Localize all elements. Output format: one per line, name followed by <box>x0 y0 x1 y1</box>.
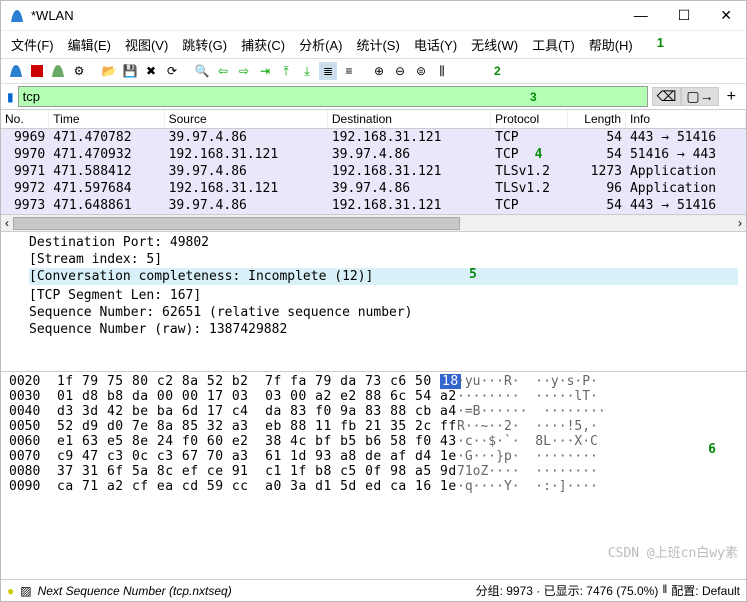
zoom-in-icon[interactable]: ⊕ <box>370 62 388 80</box>
menu-view[interactable]: 视图(V) <box>125 35 168 54</box>
hex-row[interactable]: 0070c9 47 c3 0c c3 67 70 a3 61 1d 93 a8 … <box>9 449 738 464</box>
expert-icon[interactable]: ● <box>7 584 14 598</box>
forward-icon[interactable]: ⇨ <box>235 62 253 80</box>
save-file-icon[interactable]: 💾 <box>121 62 139 80</box>
packet-row[interactable]: 9970471.470932192.168.31.12139.97.4.86TC… <box>1 146 746 163</box>
first-icon[interactable]: ⤒ <box>277 62 295 80</box>
colorize-icon[interactable]: ≡ <box>340 62 358 80</box>
packet-list-pane: No. Time Source Destination Protocol Len… <box>1 109 746 232</box>
annotation-3: 3 <box>530 90 537 104</box>
hex-row[interactable]: 003001 d8 b8 da 00 00 17 03 03 00 a2 e2 … <box>9 389 738 404</box>
packet-row[interactable]: 9969471.47078239.97.4.86192.168.31.121TC… <box>1 129 746 146</box>
zoom-out-icon[interactable]: ⊖ <box>391 62 409 80</box>
close-file-icon[interactable]: ✖ <box>142 62 160 80</box>
detail-line-selected[interactable]: [Conversation completeness: Incomplete (… <box>29 268 738 285</box>
packet-list-header: No. Time Source Destination Protocol Len… <box>1 110 746 129</box>
menu-go[interactable]: 跳转(G) <box>182 35 227 54</box>
menu-tools[interactable]: 工具(T) <box>532 35 575 54</box>
hex-row[interactable]: 00201f 79 75 80 c2 8a 52 b2 7f fa 79 da … <box>9 374 738 389</box>
menu-help[interactable]: 帮助(H) <box>589 35 633 54</box>
packet-row[interactable]: 9971471.58841239.97.4.86192.168.31.121TL… <box>1 163 746 180</box>
annotation-6: 6 <box>708 442 716 457</box>
annotation-5: 5 <box>469 267 477 282</box>
capture-icon[interactable]: ▨ <box>20 584 31 598</box>
hex-row[interactable]: 0060e1 63 e5 8e 24 f0 60 e2 38 4c bf b5 … <box>9 434 738 449</box>
horizontal-scrollbar[interactable]: ‹› <box>1 214 746 231</box>
menu-file[interactable]: 文件(F) <box>11 35 54 54</box>
reload-icon[interactable]: ⟳ <box>163 62 181 80</box>
toolbar: ⚙ 📂 💾 ✖ ⟳ 🔍 ⇦ ⇨ ⇥ ⤒ ⤓ ≣ ≡ ⊕ ⊖ ⊜ ⫼ 2 <box>1 58 746 84</box>
col-dst[interactable]: Destination <box>328 110 491 128</box>
statusbar: ● ▨ Next Sequence Number (tcp.nxtseq) 分组… <box>1 579 746 601</box>
col-proto[interactable]: Protocol <box>491 110 568 128</box>
find-icon[interactable]: 🔍 <box>193 62 211 80</box>
col-len[interactable]: Length <box>568 110 626 128</box>
menu-tel[interactable]: 电话(Y) <box>414 35 457 54</box>
detail-line[interactable]: [TCP Segment Len: 167] <box>29 287 738 304</box>
detail-line[interactable]: Sequence Number (raw): 1387429882 <box>29 321 738 338</box>
menubar: 文件(F) 编辑(E) 视图(V) 跳转(G) 捕获(C) 分析(A) 统计(S… <box>1 31 746 58</box>
back-icon[interactable]: ⇦ <box>214 62 232 80</box>
open-file-icon[interactable]: 📂 <box>100 62 118 80</box>
annotation-1: 1 <box>657 35 664 54</box>
bookmark-icon[interactable]: ▮ <box>7 90 14 104</box>
apply-filter-icon[interactable]: ▢→ <box>682 88 717 105</box>
packet-row[interactable]: 9973471.64886139.97.4.86192.168.31.121TC… <box>1 197 746 214</box>
resize-columns-icon[interactable]: ⫼ <box>433 62 451 80</box>
options-icon[interactable]: ⚙ <box>70 62 88 80</box>
clear-filter-icon[interactable]: ⌫ <box>653 88 681 105</box>
packet-bytes-pane[interactable]: 00201f 79 75 80 c2 8a 52 b2 7f fa 79 da … <box>1 372 746 579</box>
menu-analyze[interactable]: 分析(A) <box>299 35 342 54</box>
maximize-button[interactable]: ☐ <box>672 5 697 26</box>
menu-capture[interactable]: 捕获(C) <box>241 35 285 54</box>
menu-stats[interactable]: 统计(S) <box>356 35 399 54</box>
col-info[interactable]: Info <box>626 110 746 128</box>
jump-icon[interactable]: ⇥ <box>256 62 274 80</box>
col-src[interactable]: Source <box>165 110 328 128</box>
hex-row[interactable]: 008037 31 6f 5a 8c ef ce 91 c1 1f b8 c5 … <box>9 464 738 479</box>
window-title: *WLAN <box>31 8 628 23</box>
detail-line[interactable]: Sequence Number: 62651 (relative sequenc… <box>29 304 738 321</box>
minimize-button[interactable]: — <box>628 5 654 26</box>
display-filter-input[interactable] <box>18 86 648 107</box>
packet-row[interactable]: 9972471.597684192.168.31.12139.97.4.86TL… <box>1 180 746 197</box>
hex-row[interactable]: 0090ca 71 a2 cf ea cd 59 cc a0 3a d1 5d … <box>9 479 738 494</box>
stop-capture-icon[interactable] <box>28 62 46 80</box>
close-button[interactable]: ✕ <box>714 5 738 26</box>
menu-edit[interactable]: 编辑(E) <box>68 35 111 54</box>
add-filter-icon[interactable]: + <box>723 88 740 106</box>
filter-bar: ▮ 3 ⌫ ▢→ + <box>1 84 746 109</box>
start-capture-icon[interactable] <box>7 62 25 80</box>
status-field: Next Sequence Number (tcp.nxtseq) <box>38 584 232 598</box>
detail-line[interactable]: Destination Port: 49802 <box>29 234 738 251</box>
annotation-2: 2 <box>494 64 501 78</box>
hex-row[interactable]: 005052 d9 d0 7e 8a 85 32 a3 eb 88 11 fb … <box>9 419 738 434</box>
titlebar: *WLAN — ☐ ✕ <box>1 1 746 31</box>
last-icon[interactable]: ⤓ <box>298 62 316 80</box>
restart-capture-icon[interactable] <box>49 62 67 80</box>
watermark: CSDN @上班cn白wy素 <box>608 542 738 561</box>
app-icon <box>9 8 25 24</box>
menu-wireless[interactable]: 无线(W) <box>471 35 518 54</box>
status-packets: 分组: 9973 · 已显示: 7476 (75.0%) <box>476 582 659 599</box>
detail-line[interactable]: [Stream index: 5] <box>29 251 738 268</box>
col-time[interactable]: Time <box>49 110 164 128</box>
hex-row[interactable]: 0040d3 3d 42 be ba 6d 17 c4 da 83 f0 9a … <box>9 404 738 419</box>
col-no[interactable]: No. <box>1 110 49 128</box>
autoscroll-icon[interactable]: ≣ <box>319 62 337 80</box>
packet-details-pane[interactable]: Destination Port: 49802 [Stream index: 5… <box>1 232 746 372</box>
zoom-reset-icon[interactable]: ⊜ <box>412 62 430 80</box>
status-profile[interactable]: 配置: Default <box>671 582 740 599</box>
